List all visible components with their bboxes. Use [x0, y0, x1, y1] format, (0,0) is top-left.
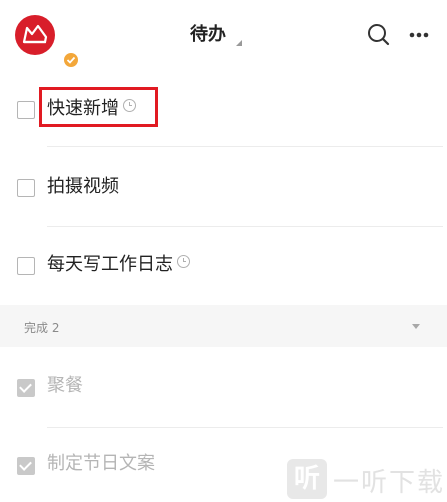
divider: [47, 226, 443, 227]
divider: [47, 427, 443, 428]
todo-checkbox[interactable]: [17, 179, 35, 197]
completed-label: 完成 2: [24, 321, 60, 335]
avatar[interactable]: [15, 15, 79, 68]
highlight-box: [39, 87, 158, 127]
todo-checkbox[interactable]: [17, 257, 35, 275]
todo-checkbox-checked[interactable]: [17, 457, 35, 475]
todo-label: 拍摄视频: [47, 176, 119, 197]
done-label: 聚餐: [47, 375, 83, 396]
clock-icon: [177, 255, 190, 268]
more-button[interactable]: [404, 20, 434, 50]
done-item[interactable]: 聚餐: [0, 352, 447, 422]
watermark-logo: 听: [287, 459, 327, 499]
page-title: 待办: [190, 24, 226, 45]
app-header: 待办: [0, 0, 447, 70]
completed-section-header[interactable]: 完成 2: [0, 305, 447, 347]
vip-badge-icon: [63, 52, 79, 68]
dropdown-indicator-icon: [236, 40, 242, 46]
watermark-text: 一听下载: [333, 468, 446, 498]
watermark: 听 一听下载: [287, 455, 447, 500]
search-icon: [368, 24, 390, 46]
todo-label: 每天写工作日志: [47, 254, 173, 275]
done-label: 制定节日文案: [47, 453, 155, 474]
search-button[interactable]: [364, 20, 394, 50]
divider: [47, 146, 443, 147]
fox-logo-icon: [22, 24, 48, 44]
todo-checkbox-checked[interactable]: [17, 379, 35, 397]
more-icon: [409, 32, 429, 38]
page-title-dropdown[interactable]: 待办: [190, 22, 242, 48]
todo-checkbox[interactable]: [17, 101, 35, 119]
todo-item[interactable]: 拍摄视频: [0, 155, 447, 225]
chevron-down-icon[interactable]: [412, 324, 420, 329]
todo-item[interactable]: 每天写工作日志: [0, 233, 447, 303]
